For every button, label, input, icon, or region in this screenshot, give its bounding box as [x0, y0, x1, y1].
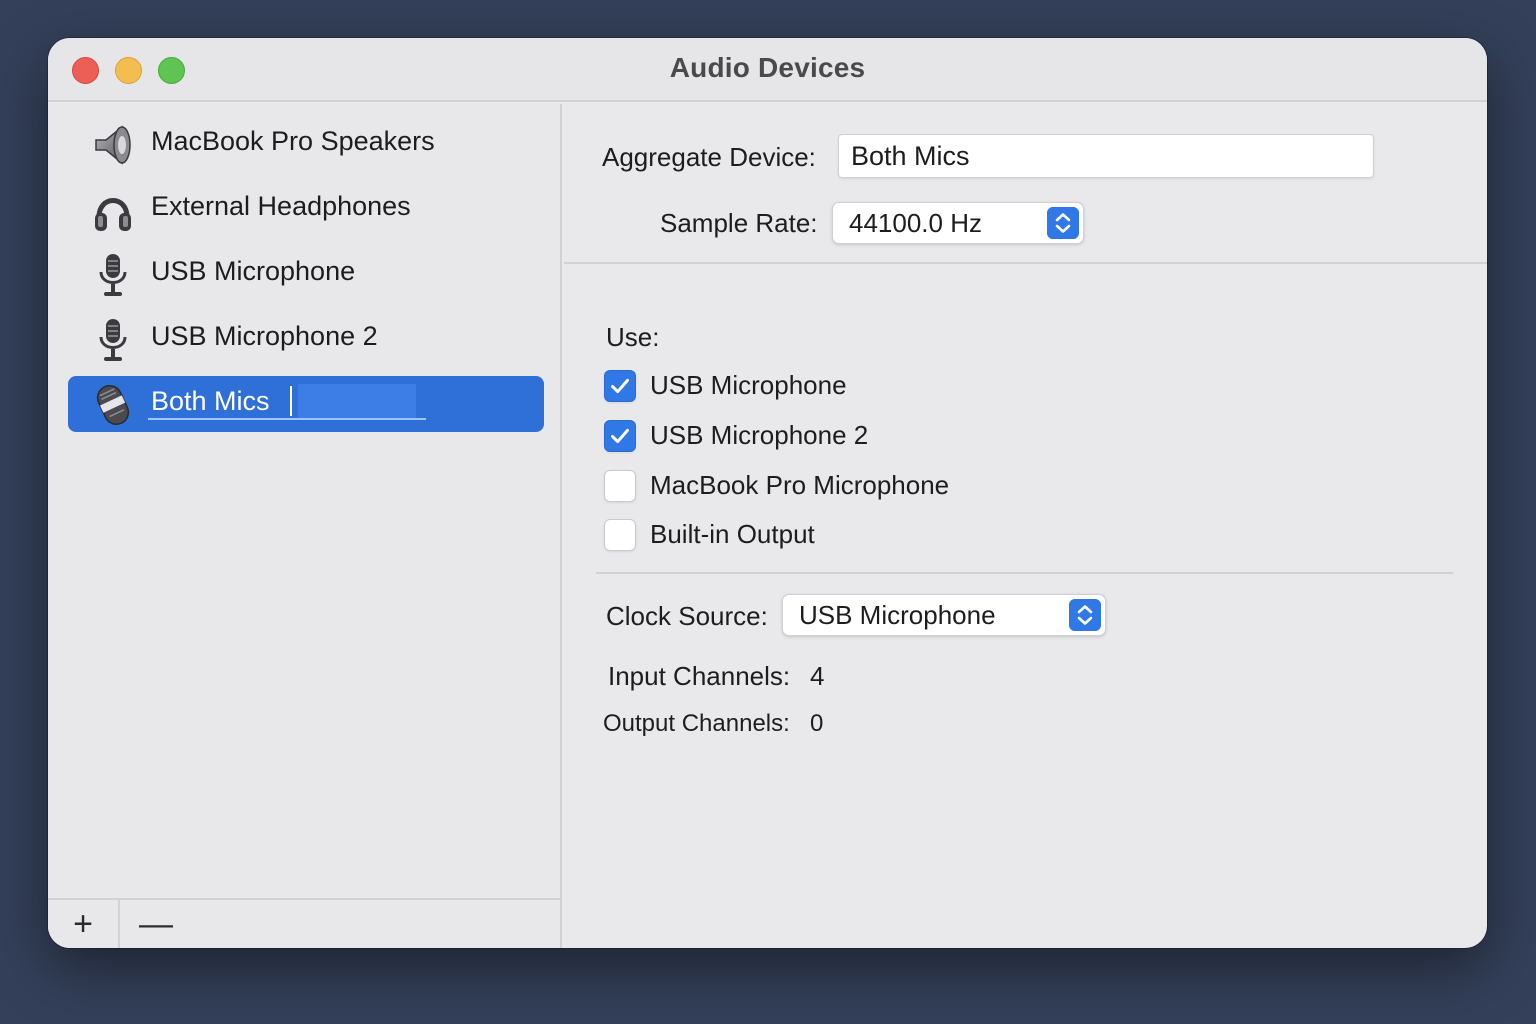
section-divider [596, 572, 1453, 574]
microphone-icon [99, 319, 127, 361]
window-title: Audio Devices [669, 52, 866, 83]
use-label: Use: [606, 322, 660, 352]
sample-rate-popup[interactable]: 44100.0 Hz [832, 202, 1084, 244]
headphones-icon [95, 198, 131, 231]
device-label: MacBook Pro Speakers [151, 126, 435, 156]
checkbox-checked[interactable] [604, 370, 636, 402]
minus-icon: — [139, 904, 173, 943]
device-label: USB Microphone [151, 256, 356, 286]
input-channels-value: 4 [810, 661, 825, 691]
text-cursor [290, 386, 292, 416]
use-item-label: Built-in Output [650, 519, 815, 549]
aggregate-microphone-icon [96, 384, 130, 426]
remove-device-button[interactable]: — [120, 900, 192, 948]
use-item-label: USB Microphone [650, 370, 847, 400]
chevron-up-down-icon [1047, 207, 1079, 239]
device-item-macbook-pro-speakers[interactable]: MacBook Pro Speakers [68, 116, 544, 172]
device-header-section: Aggregate Device: Both Mics Sample Rate:… [564, 104, 1487, 264]
text-selection-highlight [298, 384, 416, 418]
sidebar-footer: + — [48, 898, 560, 948]
output-channels-label: Output Channels: [603, 710, 790, 737]
output-channels-value: 0 [810, 710, 824, 737]
plus-icon: + [73, 904, 93, 943]
sample-rate-label: Sample Rate: [660, 208, 818, 238]
device-item-external-headphones[interactable]: External Headphones [68, 181, 544, 237]
aggregate-device-label: Aggregate Device: [602, 142, 816, 172]
use-item-label: MacBook Pro Microphone [650, 470, 950, 500]
aggregate-device-name-field[interactable]: Both Mics [838, 134, 1374, 178]
device-item-usb-microphone-2[interactable]: USB Microphone 2 [68, 311, 544, 367]
checkbox-unchecked[interactable] [604, 519, 636, 551]
checkbox-checked[interactable] [604, 420, 636, 452]
device-label: USB Microphone 2 [151, 321, 378, 351]
microphone-icon [99, 254, 127, 296]
title-bar: Audio Devices [48, 38, 1487, 102]
device-item-both-mics[interactable]: Both Mics [68, 376, 544, 432]
device-list-sidebar: MacBook Pro Speakers External Headphones [48, 104, 562, 948]
clock-source-label: Clock Source: [606, 601, 768, 631]
audio-devices-window: Audio Devices MacBook Pro Speakers Exter… [48, 38, 1487, 948]
add-device-button[interactable]: + [48, 900, 120, 948]
speaker-icon [95, 125, 131, 165]
device-label: Both Mics [151, 386, 270, 416]
chevron-up-down-icon [1069, 599, 1101, 631]
checkbox-unchecked[interactable] [604, 470, 636, 502]
device-detail-panel: Aggregate Device: Both Mics Sample Rate:… [564, 104, 1487, 948]
clock-source-popup[interactable]: USB Microphone [782, 594, 1106, 636]
device-item-usb-microphone[interactable]: USB Microphone [68, 246, 544, 302]
clock-source-value: USB Microphone [799, 600, 996, 630]
input-channels-label: Input Channels: [608, 661, 791, 691]
sample-rate-value: 44100.0 Hz [849, 208, 982, 238]
rename-device-field[interactable]: Both Mics [148, 382, 426, 420]
use-item-label: USB Microphone 2 [650, 420, 869, 450]
device-label: External Headphones [151, 191, 411, 221]
